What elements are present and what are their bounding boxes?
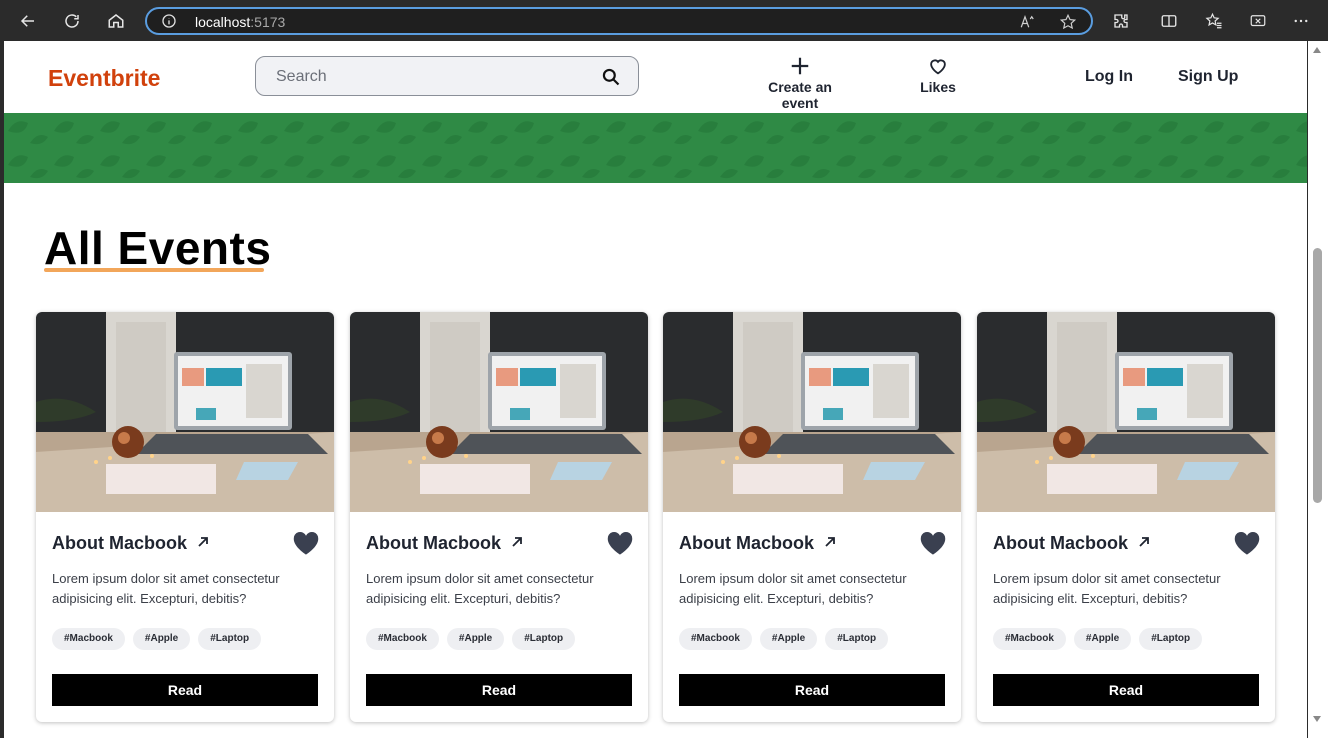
read-aloud-icon[interactable]	[1019, 13, 1037, 31]
scrollbar-thumb[interactable]	[1313, 248, 1322, 503]
tag[interactable]: #Apple	[1073, 628, 1132, 650]
read-button[interactable]: Read	[993, 674, 1259, 706]
signup-link[interactable]: Sign Up	[1178, 68, 1238, 86]
card-description: Lorem ipsum dolor sit amet consectetur a…	[52, 571, 280, 606]
search-input[interactable]	[276, 66, 596, 88]
external-link-arrow-icon[interactable]	[196, 535, 210, 549]
card-description: Lorem ipsum dolor sit amet consectetur a…	[993, 571, 1221, 606]
card-description: Lorem ipsum dolor sit amet consectetur a…	[366, 571, 594, 606]
tag[interactable]: #Laptop	[198, 628, 262, 650]
event-card: About Macbook Lorem ipsum dolor sit amet…	[350, 312, 648, 722]
likes-button[interactable]: Likes	[912, 55, 964, 95]
page-title: All Events	[44, 222, 272, 274]
url-text[interactable]: localhost:5173	[195, 14, 285, 30]
card-title[interactable]: About Macbook	[52, 533, 187, 554]
macbook-photo	[36, 312, 334, 512]
page-scrollbar[interactable]	[1308, 41, 1328, 738]
read-button[interactable]: Read	[679, 674, 945, 706]
tag[interactable]: #Macbook	[679, 628, 752, 650]
url-host: localhost	[195, 14, 251, 30]
card-description: Lorem ipsum dolor sit amet consectetur a…	[679, 571, 907, 606]
macbook-photo	[350, 312, 648, 512]
tag[interactable]: #Laptop	[825, 628, 889, 650]
tag[interactable]: #Apple	[759, 628, 818, 650]
card-title[interactable]: About Macbook	[993, 533, 1128, 554]
heart-icon[interactable]	[606, 530, 634, 556]
search-box[interactable]	[255, 56, 639, 96]
external-link-arrow-icon[interactable]	[510, 535, 524, 549]
read-button[interactable]: Read	[52, 674, 318, 706]
tag[interactable]: #Apple	[132, 628, 191, 650]
tag[interactable]: #Laptop	[1139, 628, 1203, 650]
login-link[interactable]: Log In	[1085, 68, 1133, 86]
screenshot-icon[interactable]	[1245, 8, 1271, 34]
tag[interactable]: #Apple	[446, 628, 505, 650]
tag[interactable]: #Macbook	[366, 628, 439, 650]
banner-pattern	[4, 113, 1307, 183]
heart-icon[interactable]	[292, 530, 320, 556]
tag-list: #Macbook #Apple #Laptop	[993, 628, 1203, 650]
extensions-icon[interactable]	[1108, 8, 1134, 34]
heart-icon[interactable]	[919, 530, 947, 556]
create-event-label: Create an event	[768, 79, 832, 111]
event-card: About Macbook Lorem ipsum dolor sit amet…	[36, 312, 334, 722]
external-link-arrow-icon[interactable]	[1137, 535, 1151, 549]
site-header: Eventbrite Create an event Likes Log In …	[4, 41, 1307, 113]
refresh-icon[interactable]	[59, 8, 85, 34]
external-link-arrow-icon[interactable]	[823, 535, 837, 549]
favorite-star-icon[interactable]	[1059, 13, 1077, 31]
heart-icon[interactable]	[1233, 530, 1261, 556]
scroll-up-icon[interactable]	[1313, 47, 1321, 53]
macbook-photo	[663, 312, 961, 512]
card-title[interactable]: About Macbook	[679, 533, 814, 554]
tag[interactable]: #Macbook	[52, 628, 125, 650]
tag-list: #Macbook #Apple #Laptop	[52, 628, 262, 650]
event-card: About Macbook Lorem ipsum dolor sit amet…	[977, 312, 1275, 722]
search-icon[interactable]	[601, 67, 621, 87]
title-underline	[44, 268, 264, 272]
heart-outline-icon	[930, 59, 946, 75]
macbook-photo	[977, 312, 1275, 512]
tag-list: #Macbook #Apple #Laptop	[366, 628, 576, 650]
event-card: About Macbook Lorem ipsum dolor sit amet…	[663, 312, 961, 722]
create-event-button[interactable]: Create an event	[750, 55, 850, 111]
tag[interactable]: #Macbook	[993, 628, 1066, 650]
address-bar[interactable]: localhost:5173	[145, 7, 1093, 35]
tag[interactable]: #Laptop	[512, 628, 576, 650]
plus-icon	[791, 57, 809, 75]
card-title[interactable]: About Macbook	[366, 533, 501, 554]
back-icon[interactable]	[15, 8, 41, 34]
info-icon[interactable]	[161, 13, 177, 29]
home-icon[interactable]	[103, 8, 129, 34]
browser-toolbar: localhost:5173	[0, 0, 1328, 41]
hero-banner	[4, 113, 1307, 183]
split-screen-icon[interactable]	[1156, 8, 1182, 34]
scroll-down-icon[interactable]	[1313, 716, 1321, 722]
url-port: :5173	[250, 14, 286, 30]
likes-label: Likes	[920, 79, 956, 95]
site-logo[interactable]: Eventbrite	[48, 65, 160, 92]
page-viewport: Eventbrite Create an event Likes Log In …	[4, 41, 1307, 738]
favorites-icon[interactable]	[1201, 8, 1227, 34]
tag-list: #Macbook #Apple #Laptop	[679, 628, 889, 650]
read-button[interactable]: Read	[366, 674, 632, 706]
more-menu-icon[interactable]	[1288, 8, 1314, 34]
